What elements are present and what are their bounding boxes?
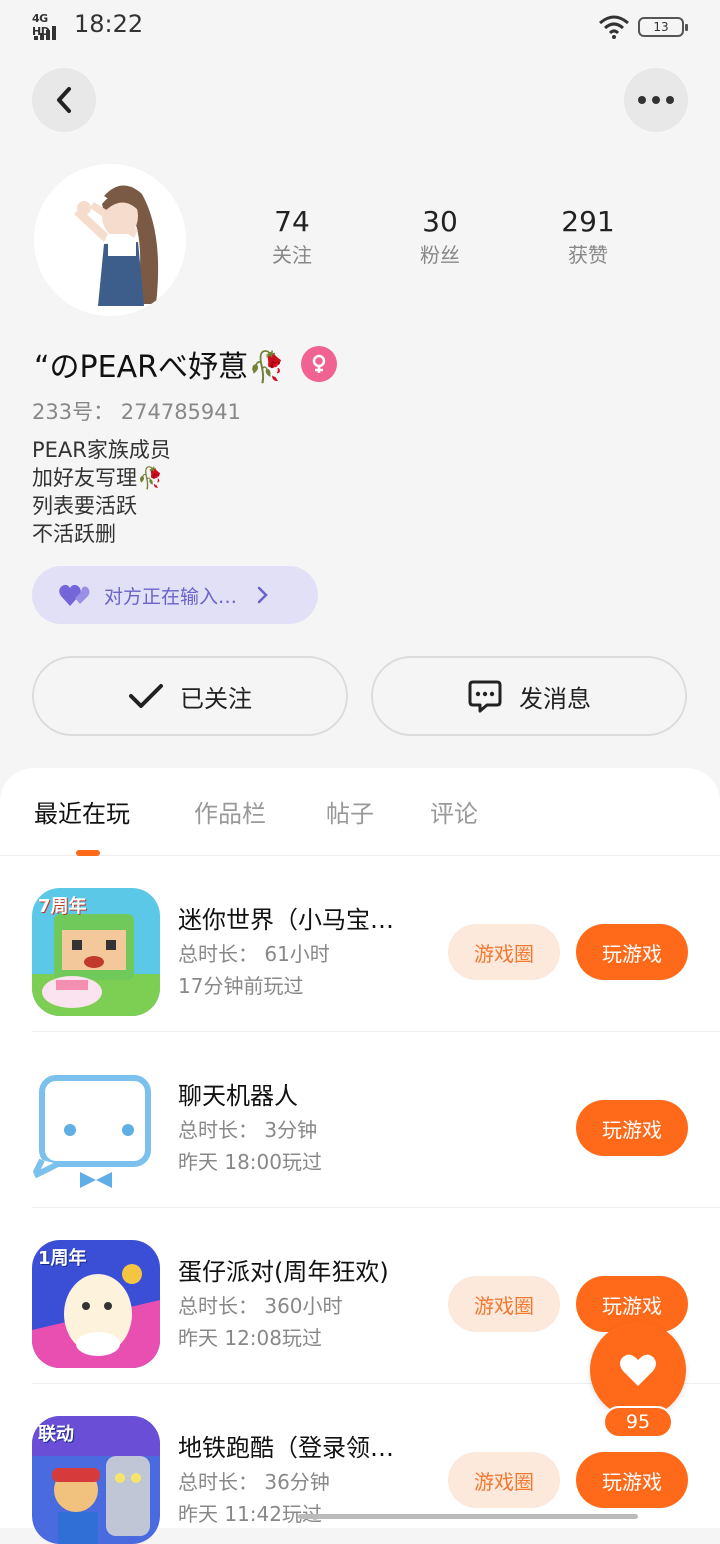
stat-value: 74: [274, 205, 310, 238]
message-label: 发消息: [519, 684, 591, 713]
stat-likes[interactable]: 291 获赞: [528, 204, 648, 270]
tab-comments[interactable]: 评论: [430, 794, 478, 829]
stat-fans[interactable]: 30 粉丝: [380, 204, 500, 270]
chevron-left-icon: [57, 87, 71, 113]
stat-value: 30: [422, 205, 458, 238]
bio-line: PEAR家族成员: [32, 438, 171, 462]
stat-label: 获赞: [568, 243, 608, 267]
game-duration: 总时长： 61小时: [178, 942, 330, 966]
cellular-signal-icon: 4G HD: [32, 12, 66, 42]
game-last-played: 昨天 12:08玩过: [178, 1326, 322, 1350]
game-name: 聊天机器人: [178, 1082, 298, 1110]
game-icon-chatbot[interactable]: [32, 1064, 160, 1192]
nickname: “のPEARべ妤蒠🥀: [34, 350, 286, 385]
nickname-row: “のPEARべ妤蒠🥀: [34, 342, 338, 386]
bio-line: 加好友写理🥀: [32, 466, 164, 490]
icon-badge: 1周年: [38, 1248, 87, 1269]
game-duration: 总时长： 3分钟: [178, 1118, 318, 1142]
tab-posts[interactable]: 帖子: [326, 794, 374, 829]
send-message-button[interactable]: 发消息: [371, 656, 687, 736]
bio-line: 列表要活跃: [32, 494, 137, 518]
game-circle-button[interactable]: 游戏圈: [448, 1276, 560, 1332]
game-name: 地铁跑酷（登录领…: [178, 1434, 394, 1462]
double-heart-icon: [59, 584, 90, 606]
more-dots-icon: [638, 96, 674, 104]
check-icon: [129, 684, 163, 708]
avatar-illustration: [34, 164, 186, 316]
game-name: 蛋仔派对(周年狂欢): [178, 1258, 389, 1286]
back-button[interactable]: [32, 68, 96, 132]
game-duration: 总时长： 360小时: [178, 1294, 343, 1318]
stat-value: 291: [561, 205, 615, 238]
stat-following[interactable]: 74 关注: [232, 204, 352, 270]
game-icon-subway-surfers[interactable]: 联动: [32, 1416, 160, 1544]
user-id: 233号： 274785941: [32, 400, 242, 424]
game-row[interactable]: 7周年 迷你世界（小马宝… 总时长： 61小时 17分钟前玩过 游戏圈 玩游戏: [32, 856, 720, 1032]
game-circle-button[interactable]: 游戏圈: [448, 924, 560, 980]
play-game-button[interactable]: 玩游戏: [576, 1452, 688, 1508]
game-icon-mini-world[interactable]: 7周年: [32, 888, 160, 1016]
heart-icon: [620, 1354, 656, 1386]
icon-badge: 7周年: [38, 896, 87, 917]
female-gender-icon: [301, 346, 338, 382]
tab-bar: 最近在玩 作品栏 帖子 评论: [0, 768, 720, 856]
followed-button[interactable]: 已关注: [32, 656, 348, 736]
wifi-icon: [599, 15, 629, 39]
avatar[interactable]: [34, 164, 186, 316]
game-duration: 总时长： 36分钟: [178, 1470, 330, 1494]
status-bar: 4G HD 18:22 13: [0, 0, 720, 54]
like-count-badge: 95: [603, 1406, 673, 1438]
game-last-played: 17分钟前玩过: [178, 974, 304, 998]
stat-label: 关注: [272, 243, 312, 267]
chat-bubble-icon: [468, 680, 502, 713]
tab-works[interactable]: 作品栏: [194, 794, 266, 829]
game-row[interactable]: 聊天机器人 总时长： 3分钟 昨天 18:00玩过 玩游戏: [32, 1032, 720, 1208]
tab-recently-played[interactable]: 最近在玩: [34, 794, 130, 829]
bio: PEAR家族成员 加好友写理🥀 列表要活跃 不活跃删: [32, 436, 171, 548]
home-indicator[interactable]: [298, 1514, 638, 1519]
play-game-button[interactable]: 玩游戏: [576, 924, 688, 980]
stat-label: 粉丝: [420, 243, 460, 267]
more-options-button[interactable]: [624, 68, 688, 132]
typing-status-chip[interactable]: 对方正在输入…: [32, 566, 318, 624]
play-game-button[interactable]: 玩游戏: [576, 1100, 688, 1156]
chevron-right-icon: [257, 586, 268, 604]
followed-label: 已关注: [180, 684, 252, 713]
game-last-played: 昨天 18:00玩过: [178, 1150, 322, 1174]
game-name: 迷你世界（小马宝…: [178, 906, 394, 934]
icon-badge: 联动: [38, 1424, 74, 1445]
bio-line: 不活跃删: [32, 522, 116, 546]
game-icon-eggy-party[interactable]: 1周年: [32, 1240, 160, 1368]
status-time: 18:22: [74, 10, 144, 38]
typing-status-text: 对方正在输入…: [104, 585, 238, 608]
game-circle-button[interactable]: 游戏圈: [448, 1452, 560, 1508]
like-fab-button[interactable]: [590, 1322, 686, 1418]
game-last-played: 昨天 11:42玩过: [178, 1502, 322, 1526]
battery-icon: 13: [638, 17, 688, 37]
